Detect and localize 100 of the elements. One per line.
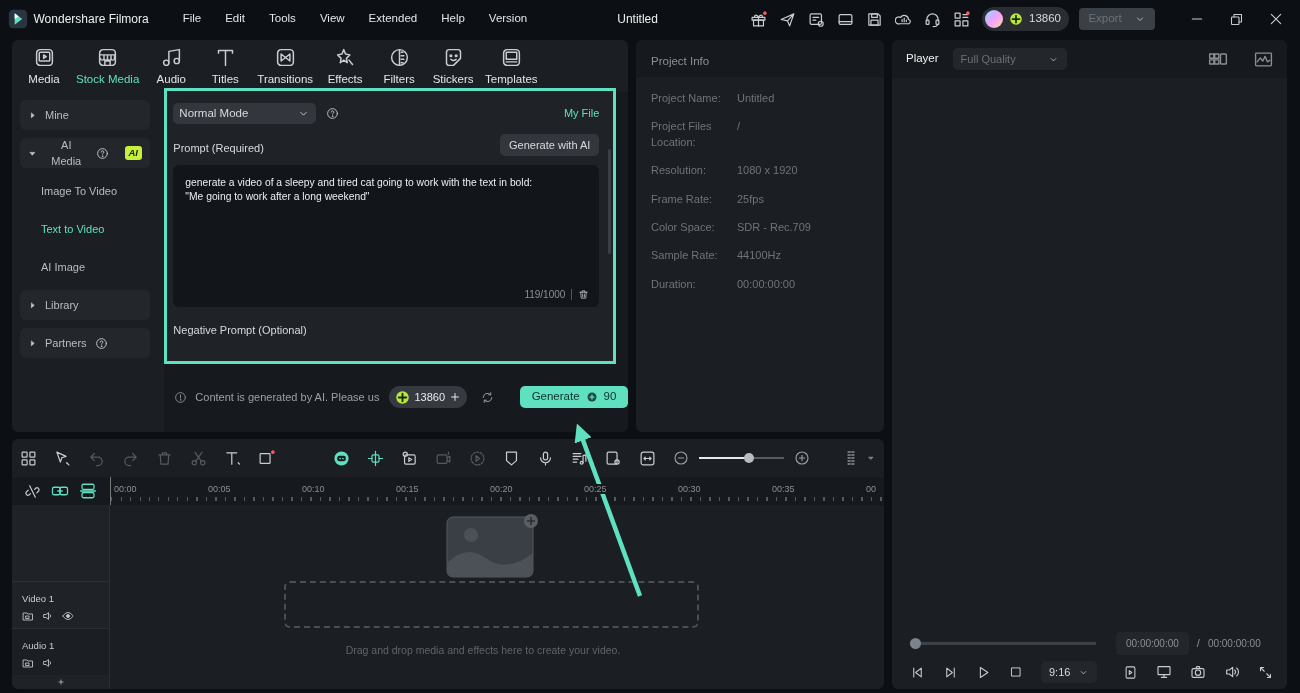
folder-lock-icon[interactable] bbox=[22, 657, 34, 669]
preview-icon[interactable] bbox=[605, 449, 622, 467]
robot-face-icon[interactable] bbox=[333, 449, 350, 467]
pointer-icon[interactable] bbox=[54, 449, 71, 467]
grid-icon[interactable] bbox=[20, 449, 37, 467]
generate-button[interactable]: Generate 90 bbox=[520, 386, 628, 408]
field-value: SDR - Rec.709 bbox=[737, 219, 811, 235]
monitor-icon[interactable] bbox=[1156, 664, 1172, 680]
menu-item[interactable]: Version bbox=[488, 10, 528, 28]
restore-icon[interactable] bbox=[1229, 11, 1244, 27]
unlink-icon[interactable] bbox=[24, 482, 41, 500]
mode-dropdown[interactable]: Normal Mode bbox=[173, 103, 317, 124]
fit-width-icon[interactable] bbox=[639, 449, 656, 467]
scissors-icon[interactable] bbox=[190, 449, 207, 467]
checklist-icon[interactable] bbox=[808, 10, 825, 28]
sidebar-item[interactable]: Image To Video bbox=[20, 176, 150, 206]
ruler-label: 00:05 bbox=[207, 484, 232, 494]
avatar[interactable] bbox=[985, 10, 1003, 28]
crop-square-icon[interactable] bbox=[258, 449, 275, 467]
paper-plane-icon[interactable] bbox=[779, 10, 796, 28]
track-header[interactable]: Audio 1 bbox=[12, 627, 109, 675]
ruler-label: 00 bbox=[865, 484, 877, 494]
generate-with-ai-button[interactable]: Generate with AI bbox=[500, 134, 600, 156]
field-label: Duration: bbox=[651, 276, 697, 292]
headset-icon[interactable] bbox=[924, 10, 941, 28]
sidebar-group[interactable]: Partners bbox=[20, 328, 150, 358]
speaker-icon[interactable] bbox=[1224, 664, 1240, 680]
sidebar-item[interactable]: AI Image bbox=[20, 252, 150, 282]
stop-icon[interactable] bbox=[1009, 665, 1023, 679]
field-label: Sample Rate: bbox=[651, 248, 719, 264]
trash-icon[interactable] bbox=[578, 288, 590, 300]
menu-item[interactable]: Help bbox=[441, 10, 465, 28]
field-value: 00:00:00:00 bbox=[737, 276, 796, 292]
sidebar-group[interactable]: Mine bbox=[20, 100, 150, 130]
field-value: / bbox=[737, 119, 741, 135]
zoom-in-icon[interactable] bbox=[794, 450, 810, 466]
speaker-icon[interactable] bbox=[42, 609, 54, 622]
zoom-thumb[interactable] bbox=[744, 453, 754, 463]
text-tool-icon[interactable] bbox=[224, 449, 241, 467]
media-tab[interactable]: Media bbox=[22, 46, 66, 88]
playhead-thumb[interactable] bbox=[910, 637, 921, 649]
document-title: Untitled bbox=[617, 11, 658, 28]
sidebar-group[interactable]: Library bbox=[20, 290, 150, 320]
account-pill[interactable]: 13860 bbox=[982, 7, 1069, 31]
add-track-icon[interactable] bbox=[56, 677, 66, 687]
zoom-out-icon[interactable] bbox=[673, 450, 689, 466]
field-label: Color Space: bbox=[651, 219, 716, 235]
media-tab[interactable]: Stickers bbox=[431, 46, 476, 88]
menu-item[interactable]: Extended bbox=[368, 10, 418, 28]
apps-grid-icon[interactable] bbox=[953, 10, 970, 28]
field-value: Untitled bbox=[737, 91, 775, 106]
video-sparkle-icon[interactable] bbox=[435, 449, 452, 467]
close-icon[interactable] bbox=[1268, 11, 1284, 27]
refresh-icon[interactable] bbox=[481, 390, 494, 404]
sidebar-item[interactable]: Text to Video bbox=[20, 214, 150, 244]
menu-item[interactable]: Tools bbox=[269, 10, 296, 28]
ruler-label: 00:35 bbox=[771, 484, 796, 494]
menu-item[interactable]: File bbox=[182, 10, 202, 28]
media-tab[interactable]: Titles bbox=[203, 46, 248, 88]
plus-coin-icon bbox=[395, 389, 411, 405]
total-time: 00:00:00:00 bbox=[1207, 636, 1261, 651]
panel-title: Player bbox=[906, 51, 939, 67]
menu-item[interactable]: View bbox=[319, 10, 345, 28]
media-tab[interactable]: Filters bbox=[377, 46, 422, 88]
play-circle-icon[interactable] bbox=[469, 449, 486, 467]
media-tab[interactable]: Templates bbox=[485, 46, 538, 88]
info-icon bbox=[174, 390, 188, 404]
scrollbar[interactable] bbox=[608, 149, 612, 254]
field-value: 44100Hz bbox=[737, 248, 782, 264]
camera-icon[interactable] bbox=[1190, 664, 1206, 680]
panel-title: Project Info bbox=[651, 55, 710, 67]
credits-pill[interactable]: 13860 bbox=[389, 386, 467, 408]
prompt-text: generate a video of a sleepy and tired cat going to work with the text in bold: "Me going to work after a long weekend" bbox=[185, 176, 533, 202]
ruler-label: 00:15 bbox=[395, 484, 420, 494]
marker-icon[interactable] bbox=[503, 449, 520, 467]
gift-icon[interactable] bbox=[750, 10, 767, 28]
export-frame-icon[interactable] bbox=[1123, 664, 1138, 680]
ratio-dropdown[interactable]: 9:16 bbox=[1041, 661, 1097, 683]
media-tab[interactable]: Audio bbox=[149, 46, 194, 88]
folder-lock-icon[interactable] bbox=[22, 609, 34, 622]
auto-edit-icon[interactable] bbox=[401, 449, 418, 467]
character-counter: 119/1000 bbox=[524, 287, 566, 301]
microphone-icon[interactable] bbox=[537, 449, 554, 467]
menu-item[interactable]: Edit bbox=[225, 10, 245, 28]
media-tab[interactable]: Stock Media bbox=[76, 46, 140, 88]
plus-coin-icon bbox=[1009, 12, 1023, 26]
media-tab[interactable]: Effects bbox=[323, 46, 368, 88]
my-file-link[interactable]: My File bbox=[563, 105, 600, 122]
snap-icon[interactable] bbox=[367, 449, 384, 467]
filter-circle-icon bbox=[388, 46, 410, 68]
eye-icon[interactable] bbox=[62, 609, 74, 622]
negative-prompt-label: Negative Prompt (Optional) bbox=[173, 322, 308, 338]
save-icon[interactable] bbox=[866, 10, 883, 28]
prompt-field[interactable]: generate a video of a sleepy and tired cat going to work with the text in bold: "Me going to work after a long weekend" 119/1000 bbox=[173, 164, 600, 307]
sidebar-group[interactable]: AI Media AI bbox=[20, 138, 150, 168]
waveform-icon[interactable] bbox=[1254, 49, 1273, 69]
split-track-icon[interactable] bbox=[79, 482, 97, 500]
speaker-icon[interactable] bbox=[42, 657, 54, 669]
fullscreen-icon[interactable] bbox=[1258, 664, 1273, 680]
media-tab[interactable]: Transitions bbox=[257, 46, 314, 88]
